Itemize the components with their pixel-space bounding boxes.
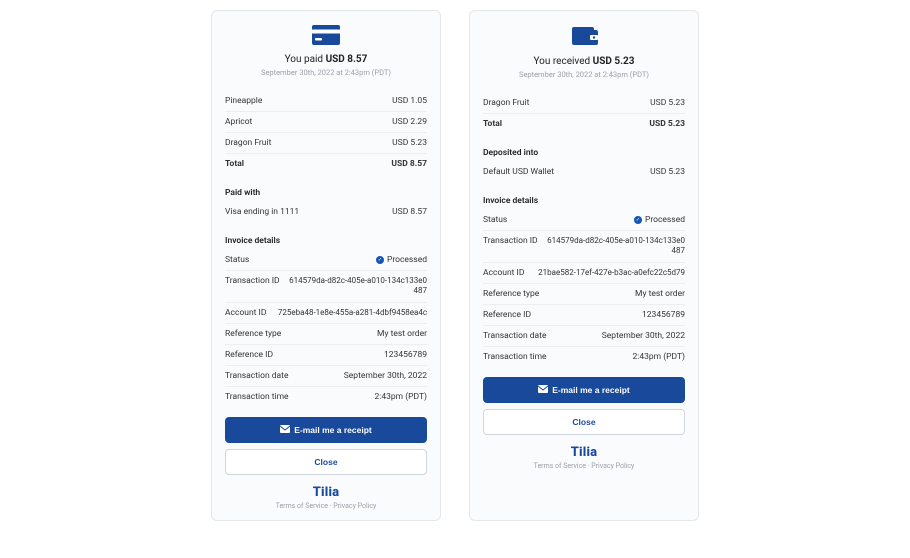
transaction-id-row: Transaction ID614579da-d82c-405e-a010-13… bbox=[225, 271, 427, 303]
reference-id-row: Reference ID123456789 bbox=[483, 305, 685, 326]
invoice-details-section: Invoice details Status ✓Processed Transa… bbox=[225, 236, 427, 407]
receipt-timestamp: September 30th, 2022 at 2:43pm (PDT) bbox=[483, 70, 685, 79]
transaction-time-row: Transaction time2:43pm (PDT) bbox=[225, 387, 427, 407]
section-label: Invoice details bbox=[225, 236, 427, 246]
email-receipt-button[interactable]: E-mail me a receipt bbox=[225, 417, 427, 443]
wallet-icon bbox=[570, 25, 598, 50]
reference-type-row: Reference typeMy test order bbox=[483, 284, 685, 305]
receipt-title: You paid USD 8.57 bbox=[225, 54, 427, 65]
invoice-details-section: Invoice details Status ✓Processed Transa… bbox=[483, 196, 685, 367]
mail-icon bbox=[280, 425, 290, 435]
transaction-id-row: Transaction ID614579da-d82c-405e-a010-13… bbox=[483, 231, 685, 263]
deposit-target-row: Default USD WalletUSD 5.23 bbox=[483, 162, 685, 182]
close-button[interactable]: Close bbox=[225, 449, 427, 475]
card-footer: Tilia Terms of Service · Privacy Policy bbox=[225, 485, 427, 510]
total-row: TotalUSD 5.23 bbox=[483, 114, 685, 134]
transaction-time-row: Transaction time2:43pm (PDT) bbox=[483, 347, 685, 367]
check-icon: ✓ bbox=[634, 216, 642, 224]
close-button[interactable]: Close bbox=[483, 409, 685, 435]
transaction-date-row: Transaction dateSeptember 30th, 2022 bbox=[483, 326, 685, 347]
footer-links[interactable]: Terms of Service · Privacy Policy bbox=[225, 502, 427, 510]
section-label: Paid with bbox=[225, 188, 427, 198]
mail-icon bbox=[538, 385, 548, 395]
paid-with-section: Paid with Visa ending in 1111USD 8.57 bbox=[225, 188, 427, 222]
footer-links[interactable]: Terms of Service · Privacy Policy bbox=[483, 462, 685, 470]
email-receipt-button[interactable]: E-mail me a receipt bbox=[483, 377, 685, 403]
brand-logo: Tilia bbox=[225, 485, 427, 500]
transaction-date-row: Transaction dateSeptember 30th, 2022 bbox=[225, 366, 427, 387]
account-id-row: Account ID21bae582-17ef-427e-b3ac-a0efc2… bbox=[483, 263, 685, 284]
account-id-row: Account ID725eba48-1e8e-455a-a281-4dbf94… bbox=[225, 303, 427, 324]
total-row: TotalUSD 8.57 bbox=[225, 154, 427, 174]
receipt-title: You received USD 5.23 bbox=[483, 56, 685, 67]
receipt-received-card: You received USD 5.23 September 30th, 20… bbox=[469, 10, 699, 521]
brand-logo: Tilia bbox=[483, 445, 685, 460]
status-row: Status ✓Processed bbox=[483, 210, 685, 231]
credit-card-icon bbox=[312, 25, 340, 48]
card-header: You paid USD 8.57 September 30th, 2022 a… bbox=[225, 25, 427, 77]
payment-method-row: Visa ending in 1111USD 8.57 bbox=[225, 202, 427, 222]
line-item: PineappleUSD 1.05 bbox=[225, 91, 427, 112]
status-row: Status ✓Processed bbox=[225, 250, 427, 271]
receipt-paid-card: You paid USD 8.57 September 30th, 2022 a… bbox=[211, 10, 441, 521]
line-items: PineappleUSD 1.05 ApricotUSD 2.29 Dragon… bbox=[225, 91, 427, 174]
line-item: Dragon FruitUSD 5.23 bbox=[483, 93, 685, 114]
card-footer: Tilia Terms of Service · Privacy Policy bbox=[483, 445, 685, 470]
line-item: Dragon FruitUSD 5.23 bbox=[225, 133, 427, 154]
line-items: Dragon FruitUSD 5.23 TotalUSD 5.23 bbox=[483, 93, 685, 134]
check-icon: ✓ bbox=[376, 256, 384, 264]
reference-id-row: Reference ID123456789 bbox=[225, 345, 427, 366]
deposited-into-section: Deposited into Default USD WalletUSD 5.2… bbox=[483, 148, 685, 182]
reference-type-row: Reference typeMy test order bbox=[225, 324, 427, 345]
line-item: ApricotUSD 2.29 bbox=[225, 112, 427, 133]
card-header: You received USD 5.23 September 30th, 20… bbox=[483, 25, 685, 79]
section-label: Invoice details bbox=[483, 196, 685, 206]
section-label: Deposited into bbox=[483, 148, 685, 158]
receipt-timestamp: September 30th, 2022 at 2:43pm (PDT) bbox=[225, 68, 427, 77]
